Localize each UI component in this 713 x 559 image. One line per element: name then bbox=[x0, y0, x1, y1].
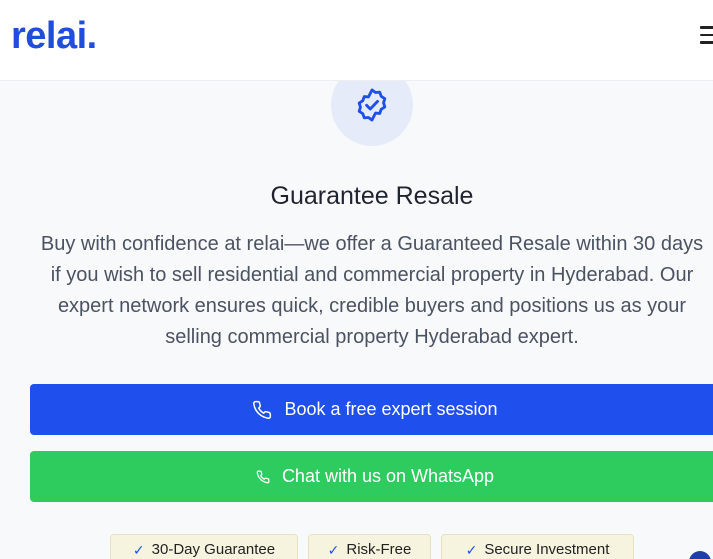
book-expert-session-button[interactable]: Book a free expert session bbox=[30, 384, 713, 435]
feature-label: Risk-Free bbox=[346, 541, 412, 558]
site-header: relai. bbox=[0, 0, 713, 81]
feature-pill-risk-free: ✓ Risk-Free bbox=[308, 534, 431, 559]
check-icon: ✓ bbox=[465, 542, 478, 558]
feature-label: Secure Investment bbox=[484, 541, 610, 558]
phone-icon bbox=[256, 470, 270, 484]
section-description: Buy with confidence at relai—we offer a … bbox=[40, 233, 704, 348]
hamburger-icon bbox=[700, 41, 713, 44]
floating-chat-button[interactable] bbox=[689, 551, 711, 559]
book-expert-session-label: Book a free expert session bbox=[284, 399, 498, 419]
feature-pill-secure-investment: ✓ Secure Investment bbox=[441, 534, 634, 559]
check-icon: ✓ bbox=[327, 542, 340, 558]
hamburger-menu-button[interactable] bbox=[697, 24, 713, 46]
phone-icon bbox=[252, 400, 272, 420]
hamburger-icon bbox=[700, 33, 713, 36]
whatsapp-chat-label: Chat with us on WhatsApp bbox=[281, 466, 495, 486]
feature-label: 30-Day Guarantee bbox=[151, 541, 276, 558]
page: relai. Guarantee Resale Buy with confide… bbox=[0, 0, 713, 559]
check-icon: ✓ bbox=[132, 542, 145, 558]
relai-logo[interactable]: relai. bbox=[11, 14, 97, 58]
section-title: Guarantee Resale bbox=[270, 182, 474, 210]
verified-badge-icon bbox=[357, 88, 387, 122]
hamburger-icon bbox=[700, 26, 713, 29]
feature-pill-guarantee: ✓ 30-Day Guarantee bbox=[110, 534, 298, 559]
whatsapp-chat-button[interactable]: Chat with us on WhatsApp bbox=[30, 451, 713, 502]
